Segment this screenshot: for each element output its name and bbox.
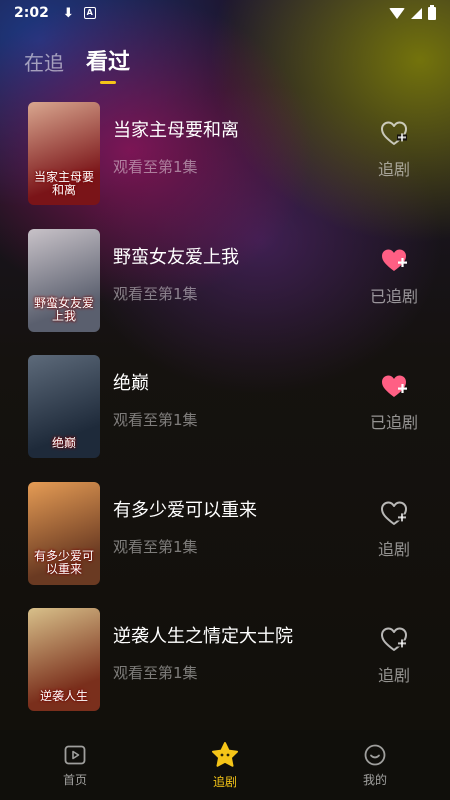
nav-home[interactable]: 首页	[30, 743, 120, 788]
follow-label: 已追剧	[369, 413, 418, 432]
bottom-navigation: 首页 追剧 我的	[0, 730, 450, 800]
follow-label: 追剧	[377, 160, 410, 179]
poster-title: 野蛮女友爱上我	[33, 296, 94, 324]
tab-bar: 在追 看过	[24, 44, 130, 76]
watch-progress: 观看至第1集	[113, 537, 198, 556]
follow-button[interactable]: 追剧	[364, 500, 424, 560]
wifi-icon	[389, 7, 405, 19]
follow-button[interactable]: 追剧	[364, 120, 424, 180]
heart-plus-icon	[381, 627, 407, 651]
download-icon: ⬇	[62, 5, 74, 21]
notification-a-icon: A	[83, 7, 96, 19]
smiley-icon	[364, 744, 386, 765]
battery-icon	[428, 4, 436, 20]
tab-following[interactable]: 在追	[24, 47, 64, 76]
status-time: 2:02	[14, 5, 49, 21]
nav-follow-label: 追剧	[212, 774, 237, 789]
follow-label: 追剧	[377, 666, 410, 685]
nav-home-label: 首页	[62, 772, 87, 787]
poster-title: 有多少爱可以重来	[33, 549, 94, 577]
heart-plus-icon	[381, 501, 407, 525]
nav-follow[interactable]: 追剧	[180, 741, 270, 790]
follow-button[interactable]: 已追剧	[364, 247, 424, 307]
play-screen-icon	[64, 745, 86, 764]
follow-button[interactable]: 追剧	[364, 626, 424, 686]
poster-title: 绝巅	[51, 435, 76, 450]
drama-poster[interactable]: 绝巅	[28, 355, 100, 458]
status-bar: 2:02 ⬇ A	[0, 0, 450, 26]
follow-button[interactable]: 已追剧	[364, 373, 424, 433]
signal-icon	[411, 7, 422, 19]
drama-title[interactable]: 逆袭人生之情定大士院	[113, 622, 293, 648]
list-item[interactable]: 当家主母要和离 当家主母要和离 观看至第1集 追剧	[0, 100, 450, 227]
drama-poster[interactable]: 当家主母要和离	[28, 102, 100, 205]
drama-poster[interactable]: 有多少爱可以重来	[28, 481, 100, 585]
follow-label: 已追剧	[369, 286, 418, 306]
nav-profile-label: 我的	[362, 772, 387, 787]
nav-profile[interactable]: 我的	[330, 743, 420, 788]
heart-plus-icon	[381, 121, 407, 145]
watch-progress: 观看至第1集	[113, 411, 198, 429]
list-item[interactable]: 逆袭人生 逆袭人生之情定大士院 观看至第1集 追剧	[0, 606, 450, 733]
watch-progress: 观看至第1集	[113, 284, 198, 303]
drama-title[interactable]: 绝巅	[113, 369, 149, 395]
heart-plus-icon	[382, 249, 407, 271]
poster-title: 逆袭人生	[39, 688, 88, 703]
drama-poster[interactable]: 野蛮女友爱上我	[28, 228, 100, 332]
heart-plus-icon	[382, 375, 407, 397]
watched-list: 当家主母要和离 当家主母要和离 观看至第1集 追剧 野蛮女友爱上我 野蛮女友爱上…	[0, 100, 450, 733]
tab-watched[interactable]: 看过	[86, 44, 130, 76]
watch-progress: 观看至第1集	[113, 664, 198, 682]
watch-progress: 观看至第1集	[113, 158, 198, 176]
drama-poster[interactable]: 逆袭人生	[28, 608, 100, 711]
drama-title[interactable]: 当家主母要和离	[113, 116, 239, 142]
list-item[interactable]: 野蛮女友爱上我 野蛮女友爱上我 观看至第1集 已追剧	[0, 227, 450, 354]
drama-title[interactable]: 野蛮女友爱上我	[113, 243, 239, 269]
star-icon	[212, 741, 238, 767]
poster-title: 当家主母要和离	[33, 169, 94, 197]
drama-title[interactable]: 有多少爱可以重来	[113, 496, 257, 522]
list-item[interactable]: 有多少爱可以重来 有多少爱可以重来 观看至第1集 追剧	[0, 480, 450, 607]
follow-label: 追剧	[377, 539, 410, 559]
list-item[interactable]: 绝巅 绝巅 观看至第1集 已追剧	[0, 353, 450, 480]
